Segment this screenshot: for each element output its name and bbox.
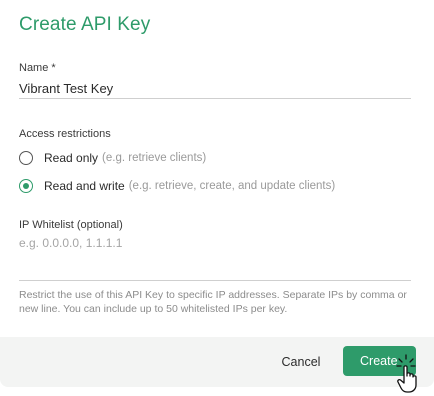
read-only-label: Read only	[44, 151, 99, 165]
read-only-radio[interactable]	[19, 151, 33, 165]
read-and-write-hint: (e.g. retrieve, create, and update clien…	[128, 180, 336, 192]
access-restrictions-label: Access restrictions	[19, 128, 111, 140]
radio-option-read-and-write[interactable]: Read and write (e.g. retrieve, create, a…	[19, 176, 335, 196]
name-label: Name *	[19, 62, 56, 74]
dialog-footer: Cancel Create	[0, 337, 434, 387]
name-input[interactable]	[19, 78, 411, 99]
create-button[interactable]: Create	[343, 346, 416, 376]
radio-option-read-only[interactable]: Read only (e.g. retrieve clients)	[19, 148, 206, 168]
dialog-title: Create API Key	[19, 14, 151, 35]
ip-whitelist-help-text: Restrict the use of this API Key to spec…	[19, 289, 407, 315]
cancel-button[interactable]: Cancel	[270, 351, 332, 373]
create-api-key-dialog: Create API Key Name * Access restriction…	[0, 0, 434, 396]
read-and-write-label: Read and write	[44, 179, 125, 193]
read-only-hint: (e.g. retrieve clients)	[102, 152, 207, 164]
read-and-write-radio[interactable]	[19, 179, 33, 193]
ip-whitelist-input[interactable]	[19, 236, 411, 281]
ip-whitelist-label: IP Whitelist (optional)	[19, 219, 123, 231]
